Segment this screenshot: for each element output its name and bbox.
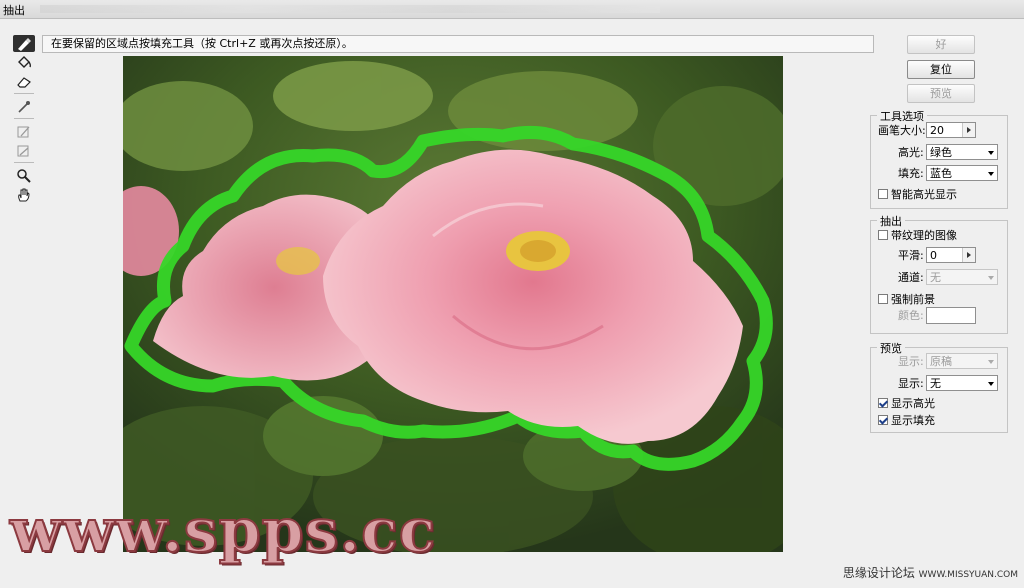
highlighter-icon [18, 37, 31, 51]
smooth-stepper-icon[interactable] [962, 248, 975, 262]
brush-size-value: 20 [930, 124, 944, 137]
chevron-down-icon [988, 151, 994, 155]
instruction-bar: 在要保留的区域点按填充工具（按 Ctrl+Z 或再次点按还原）。 [42, 35, 874, 53]
show-highlight-row[interactable]: 显示高光 [878, 394, 935, 412]
image-canvas[interactable] [123, 56, 783, 552]
zoom-tool[interactable] [13, 167, 35, 184]
show-fill-label: 显示填充 [891, 414, 935, 427]
hand-icon [18, 188, 30, 201]
reset-button[interactable]: 复位 [907, 60, 975, 79]
smart-highlight-row[interactable]: 智能高光显示 [878, 185, 957, 203]
title-bar: 抽出 [0, 0, 1024, 19]
show-background-label: 显示: [898, 377, 924, 390]
toolbox-divider [14, 162, 34, 163]
textured-label: 带纹理的图像 [891, 229, 957, 242]
magnifier-icon [17, 169, 31, 183]
force-foreground-checkbox[interactable] [878, 294, 888, 304]
preview-button[interactable]: 预览 [907, 84, 975, 103]
show-view-value: 原稿 [930, 355, 952, 368]
channel-label: 通道: [898, 271, 924, 284]
credit-cn: 思缘设计论坛 [842, 566, 915, 580]
ok-button[interactable]: 好 [907, 35, 975, 54]
fill-tool[interactable] [13, 54, 35, 71]
smooth-input[interactable]: 0 [926, 247, 976, 263]
brush-size-label: 画笔大小: [878, 124, 926, 137]
paint-bucket-icon [18, 56, 32, 68]
show-background-value: 无 [930, 377, 941, 390]
brush-size-stepper-icon[interactable] [962, 123, 975, 137]
credit-text: 思缘设计论坛 WWW.MISSYUAN.COM [843, 564, 1018, 581]
edge-highlighter-tool[interactable] [13, 35, 35, 52]
smooth-label: 平滑: [898, 249, 924, 262]
credit-site: WWW.MISSYUAN.COM [918, 570, 1018, 580]
chevron-down-icon [988, 172, 994, 176]
toolbox-divider [14, 93, 34, 94]
title-bar-background [40, 5, 660, 13]
show-highlight-checkbox[interactable] [878, 398, 888, 408]
fill-label: 填充: [898, 167, 924, 180]
chevron-down-icon [988, 382, 994, 386]
touchup-icon [17, 145, 29, 157]
toolbox [12, 35, 38, 205]
highlight-value: 绿色 [930, 146, 952, 159]
chevron-down-icon [988, 276, 994, 280]
color-swatch[interactable] [926, 307, 976, 324]
smart-highlight-checkbox[interactable] [878, 189, 888, 199]
eyedropper-tool[interactable] [13, 98, 35, 115]
color-label: 颜色: [898, 309, 924, 322]
show-view-select[interactable]: 原稿 [926, 353, 998, 369]
show-fill-checkbox[interactable] [878, 415, 888, 425]
highlight-label: 高光: [898, 146, 924, 159]
channel-value: 无 [930, 271, 941, 284]
hand-tool[interactable] [13, 186, 35, 203]
cleanup-tool[interactable] [13, 123, 35, 140]
fill-value: 蓝色 [930, 167, 952, 180]
show-background-select[interactable]: 无 [926, 375, 998, 391]
show-view-label: 显示: [898, 355, 924, 368]
smart-highlight-label: 智能高光显示 [891, 188, 957, 201]
smooth-value: 0 [930, 249, 937, 262]
watermark-text: www.spps.cc [9, 495, 437, 567]
highlight-select[interactable]: 绿色 [926, 144, 998, 160]
textured-row[interactable]: 带纹理的图像 [878, 226, 957, 244]
toolbox-divider [14, 118, 34, 119]
eraser-tool[interactable] [13, 73, 35, 90]
show-fill-row[interactable]: 显示填充 [878, 411, 935, 429]
channel-select[interactable]: 无 [926, 269, 998, 285]
chevron-down-icon [988, 360, 994, 364]
textured-checkbox[interactable] [878, 230, 888, 240]
cleanup-icon [17, 126, 30, 138]
window-title: 抽出 [3, 4, 25, 17]
brush-size-input[interactable]: 20 [926, 122, 976, 138]
eraser-icon [17, 76, 31, 88]
edge-touchup-tool[interactable] [13, 142, 35, 159]
fill-select[interactable]: 蓝色 [926, 165, 998, 181]
show-highlight-label: 显示高光 [891, 397, 935, 410]
eyedropper-icon [18, 101, 30, 113]
force-foreground-label: 强制前景 [891, 293, 935, 306]
